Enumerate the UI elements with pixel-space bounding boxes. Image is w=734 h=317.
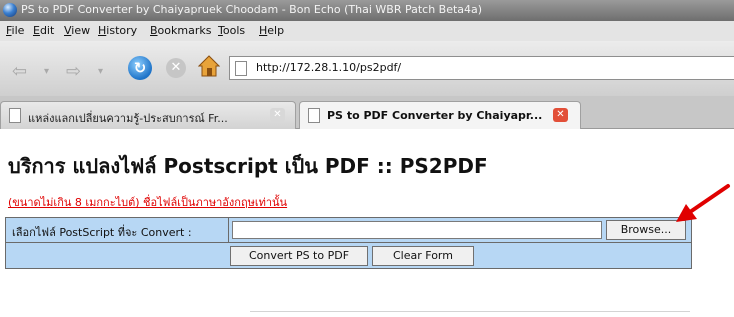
close-tab-icon[interactable]: ✕ (270, 108, 285, 122)
home-icon[interactable] (198, 55, 220, 77)
navigation-toolbar: ⇦ ▾ ⇨ ▾ ↻ ✕ http://172.28.1.10/ps2pdf/ (0, 41, 734, 96)
tab-bar: แหล่งแลกเปลี่ยนความรู้-ประสบการณ์ Fr... … (0, 96, 734, 129)
url-bar[interactable]: http://172.28.1.10/ps2pdf/ (229, 56, 734, 80)
tab-ps-to-pdf[interactable]: PS to PDF Converter by Chaiyapr... ✕ (299, 101, 581, 129)
document-icon (9, 108, 21, 123)
page-icon (235, 61, 247, 76)
convert-button[interactable]: Convert PS to PDF (230, 246, 368, 266)
row-divider (6, 242, 691, 243)
column-divider (228, 218, 229, 242)
close-tab-icon[interactable]: ✕ (553, 108, 568, 122)
divider (250, 311, 690, 312)
forward-icon[interactable]: ⇨ (66, 61, 81, 82)
browser-globe-icon (3, 3, 17, 17)
size-notice: (ขนาดไม่เกิน 8 เมกกะไบต์) ชื่อไฟล์เป็นภา… (8, 196, 288, 209)
url-text: http://172.28.1.10/ps2pdf/ (256, 61, 402, 74)
menu-view[interactable]: View (64, 24, 90, 37)
page-title: บริการ แปลงไฟล์ Postscript เป็น PDF :: P… (8, 154, 488, 178)
back-icon[interactable]: ⇦ (12, 61, 27, 82)
window-title: PS to PDF Converter by Chaiyapruek Chood… (21, 3, 483, 16)
stop-icon[interactable]: ✕ (166, 58, 186, 78)
forward-dropdown-icon[interactable]: ▾ (98, 66, 103, 77)
menu-tools[interactable]: Tools (218, 24, 245, 37)
menu-help[interactable]: Help (259, 24, 284, 37)
document-icon (308, 108, 320, 123)
tab-label: PS to PDF Converter by Chaiyapr... (327, 109, 543, 122)
menu-history[interactable]: History (98, 24, 137, 37)
menu-bar: File Edit View History Bookmarks Tools H… (0, 21, 734, 41)
window-title-bar: PS to PDF Converter by Chaiyapruek Chood… (0, 0, 734, 21)
file-select-label: เลือกไฟล์ PostScript ที่จะ Convert : (12, 226, 192, 239)
menu-edit[interactable]: Edit (33, 24, 54, 37)
reload-icon[interactable]: ↻ (128, 56, 152, 80)
browse-button[interactable]: Browse... (606, 220, 686, 240)
clear-form-button[interactable]: Clear Form (372, 246, 474, 266)
back-dropdown-icon[interactable]: ▾ (44, 66, 49, 77)
file-path-input[interactable] (232, 221, 602, 239)
menu-file[interactable]: File (6, 24, 24, 37)
tab-knowledge-exchange[interactable]: แหล่งแลกเปลี่ยนความรู้-ประสบการณ์ Fr... … (0, 101, 296, 129)
tab-label: แหล่งแลกเปลี่ยนความรู้-ประสบการณ์ Fr... (28, 112, 228, 125)
upload-form: เลือกไฟล์ PostScript ที่จะ Convert : Bro… (5, 217, 692, 269)
menu-bookmarks[interactable]: Bookmarks (150, 24, 211, 37)
